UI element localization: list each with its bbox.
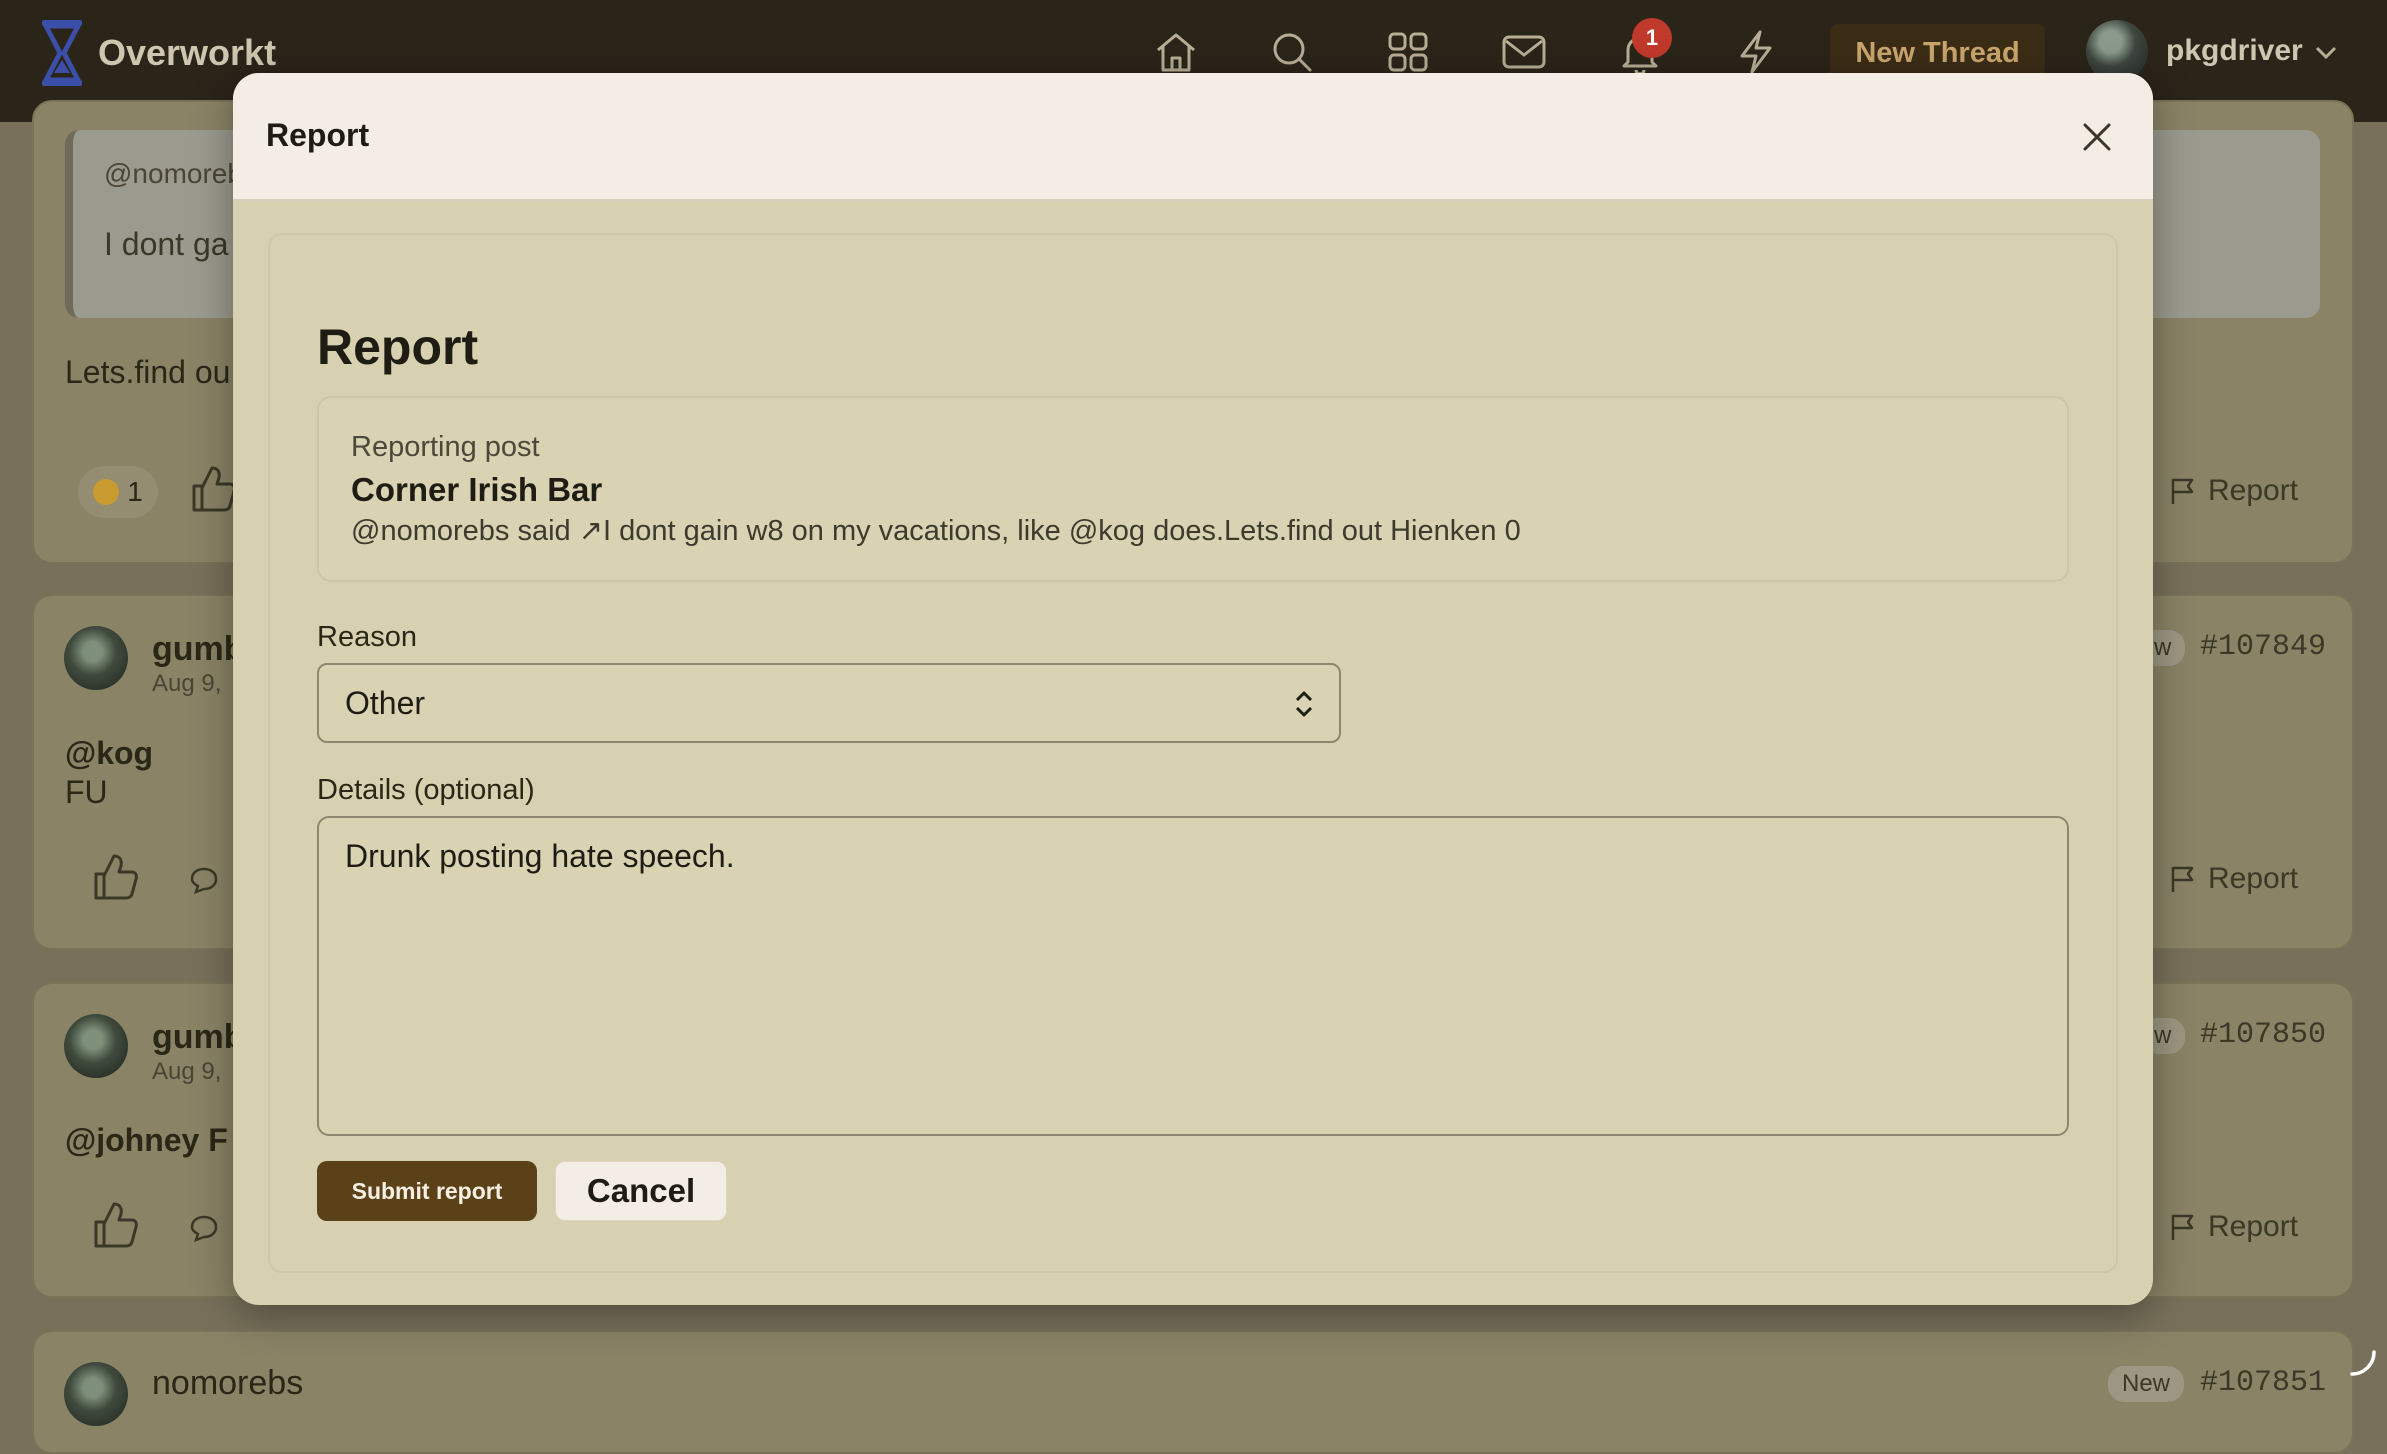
- form-heading: Report: [317, 319, 479, 375]
- reported-post-title: Corner Irish Bar: [351, 471, 603, 508]
- report-link[interactable]: Report: [2168, 862, 2298, 896]
- status-badge: New: [2108, 1366, 2185, 1402]
- notification-badge: 1: [1632, 18, 1672, 58]
- post-id[interactable]: #107850: [2200, 1018, 2326, 1052]
- post-body: FU: [65, 774, 108, 810]
- home-icon[interactable]: [1152, 28, 1200, 76]
- avatar[interactable]: [64, 1362, 128, 1426]
- flag-icon: [2171, 1214, 2194, 1240]
- chevron-down-icon[interactable]: [2312, 38, 2340, 66]
- avatar[interactable]: [64, 1014, 128, 1078]
- modal-header: Report: [233, 73, 2153, 201]
- reason-select[interactable]: Other: [317, 663, 1341, 743]
- reported-post-excerpt: @nomorebs said ↗I dont gain w8 on my vac…: [351, 515, 1521, 547]
- post-body: @johney F: [65, 1122, 228, 1158]
- loading-spinner-icon: [2350, 1350, 2376, 1376]
- post-date: Aug 9,: [152, 670, 222, 697]
- post-body: Lets.find ou: [65, 354, 231, 390]
- report-label: Report: [2208, 862, 2299, 895]
- report-link[interactable]: Report: [2168, 1210, 2298, 1244]
- post-id[interactable]: #107849: [2200, 630, 2326, 664]
- flag-icon: [2171, 478, 2194, 504]
- bolt-icon[interactable]: [1732, 28, 1780, 76]
- hourglass-logo-icon: [41, 20, 83, 86]
- username[interactable]: pkgdriver: [2166, 34, 2303, 68]
- details-textarea[interactable]: Drunk posting hate speech.: [317, 816, 2069, 1136]
- select-chevrons-icon: [1295, 691, 1313, 717]
- post-date: Aug 9,: [152, 1058, 222, 1085]
- reporting-post-label: Reporting post: [351, 431, 540, 463]
- flag-icon: [2171, 866, 2194, 892]
- grid-icon[interactable]: [1384, 28, 1432, 76]
- quote-text: I dont ga: [104, 226, 229, 262]
- comment-icon[interactable]: [190, 866, 218, 894]
- reaction-chip[interactable]: 1: [78, 466, 158, 518]
- search-icon[interactable]: [1268, 28, 1316, 76]
- comment-icon[interactable]: [190, 1214, 218, 1242]
- details-label: Details (optional): [317, 774, 535, 806]
- smiley-icon: [93, 479, 120, 505]
- report-link[interactable]: Report: [2168, 474, 2298, 508]
- post-author[interactable]: gumb: [152, 630, 245, 669]
- reason-label: Reason: [317, 621, 417, 653]
- app-name: Overworkt: [98, 32, 277, 73]
- details-value: Drunk posting hate speech.: [345, 838, 735, 874]
- close-icon[interactable]: [2075, 115, 2119, 159]
- modal-title: Report: [266, 117, 370, 153]
- post-author[interactable]: gumb: [152, 1018, 245, 1057]
- thumbs-up-icon[interactable]: [92, 852, 138, 902]
- post-card: [32, 1330, 2354, 1454]
- report-label: Report: [2208, 474, 2299, 507]
- quote-author: @nomoreb: [104, 158, 243, 189]
- post-author[interactable]: nomorebs: [152, 1364, 303, 1403]
- thumbs-up-icon[interactable]: [190, 464, 236, 514]
- report-label: Report: [2208, 1210, 2299, 1243]
- reaction-count: 1: [127, 476, 143, 507]
- post-id[interactable]: #107851: [2200, 1366, 2326, 1400]
- post-mention[interactable]: @kog: [65, 735, 153, 772]
- report-modal: Report Report Reporting post Corner Iris…: [233, 73, 2153, 1305]
- cancel-button[interactable]: Cancel: [555, 1161, 727, 1221]
- mail-icon[interactable]: [1500, 28, 1548, 76]
- avatar[interactable]: [64, 626, 128, 690]
- reason-selected-value: Other: [345, 685, 426, 721]
- submit-report-button[interactable]: Submit report: [317, 1161, 537, 1221]
- thumbs-up-icon[interactable]: [92, 1200, 138, 1250]
